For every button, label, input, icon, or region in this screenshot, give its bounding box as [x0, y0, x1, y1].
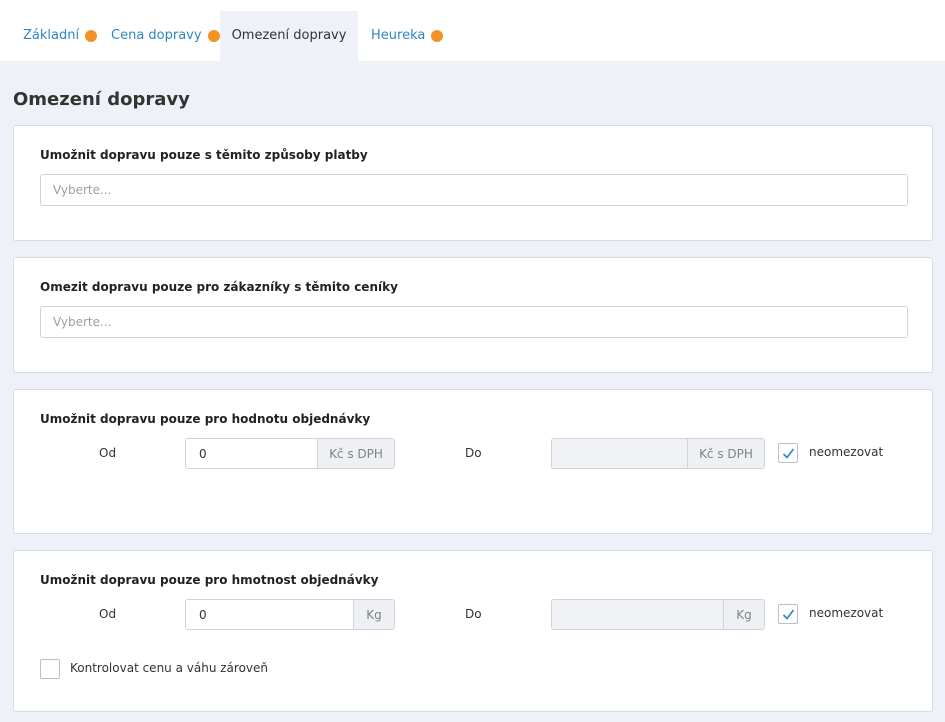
weight-unlimited-checkbox[interactable] [778, 604, 798, 624]
combined-check-checkbox[interactable] [40, 659, 60, 679]
warning-dot-icon [85, 30, 98, 42]
weight-to-group: Kg [551, 599, 765, 630]
tab-label: Cena dopravy [111, 28, 202, 43]
to-label: Do [465, 607, 482, 621]
combined-check-label: Kontrolovat cenu a váhu zároveň [70, 661, 268, 675]
weight-from-group: 0 Kg [185, 599, 395, 630]
checkmark-icon [782, 448, 795, 459]
value-from-input[interactable]: 0 [186, 439, 317, 468]
warning-dot-icon [207, 30, 220, 42]
currency-addon: Kč s DPH [317, 439, 394, 468]
from-label: Od [99, 607, 117, 621]
weight-to-input[interactable] [552, 600, 723, 629]
tab-bar: Základní Cena dopravy Omezení dopravy He… [0, 0, 945, 61]
price-lists-card: Omezit dopravu pouze pro zákazníky s těm… [13, 257, 933, 373]
select-placeholder: Vyberte... [53, 183, 112, 197]
price-lists-title: Omezit dopravu pouze pro zákazníky s těm… [40, 280, 398, 294]
order-value-card: Umožnit dopravu pouze pro hodnotu objedn… [13, 389, 933, 534]
value-to-group: Kč s DPH [551, 438, 765, 469]
tab-label: Základní [23, 28, 80, 43]
tab-heureka[interactable]: Heureka [371, 11, 444, 61]
unit-addon: Kg [353, 600, 394, 629]
checkmark-icon [782, 609, 795, 620]
value-to-input[interactable] [552, 439, 687, 468]
currency-addon: Kč s DPH [687, 439, 764, 468]
weight-unlimited-label: neomezovat [809, 606, 884, 620]
value-from-group: 0 Kč s DPH [185, 438, 395, 469]
tab-shipping-price[interactable]: Cena dopravy [111, 11, 220, 61]
payment-methods-title: Umožnit dopravu pouze s těmito způsoby p… [40, 148, 368, 162]
value-unlimited-checkbox[interactable] [778, 443, 798, 463]
order-value-title: Umožnit dopravu pouze pro hodnotu objedn… [40, 412, 371, 426]
tab-shipping-restrictions[interactable]: Omezení dopravy [220, 11, 358, 61]
order-weight-card: Umožnit dopravu pouze pro hmotnost objed… [13, 550, 933, 712]
unit-addon: Kg [723, 600, 764, 629]
tab-label: Heureka [371, 28, 426, 43]
tab-basic[interactable]: Základní [23, 11, 98, 61]
payment-methods-card: Umožnit dopravu pouze s těmito způsoby p… [13, 125, 933, 241]
order-weight-title: Umožnit dopravu pouze pro hmotnost objed… [40, 573, 379, 587]
warning-dot-icon [431, 30, 444, 42]
page-title: Omezení dopravy [13, 89, 190, 110]
payment-methods-select[interactable]: Vyberte... [40, 174, 908, 206]
to-label: Do [465, 446, 482, 460]
tab-label: Omezení dopravy [231, 28, 347, 43]
select-placeholder: Vyberte... [53, 315, 112, 329]
price-lists-select[interactable]: Vyberte... [40, 306, 908, 338]
from-label: Od [99, 446, 117, 460]
value-unlimited-label: neomezovat [809, 445, 884, 459]
weight-from-input[interactable]: 0 [186, 600, 353, 629]
